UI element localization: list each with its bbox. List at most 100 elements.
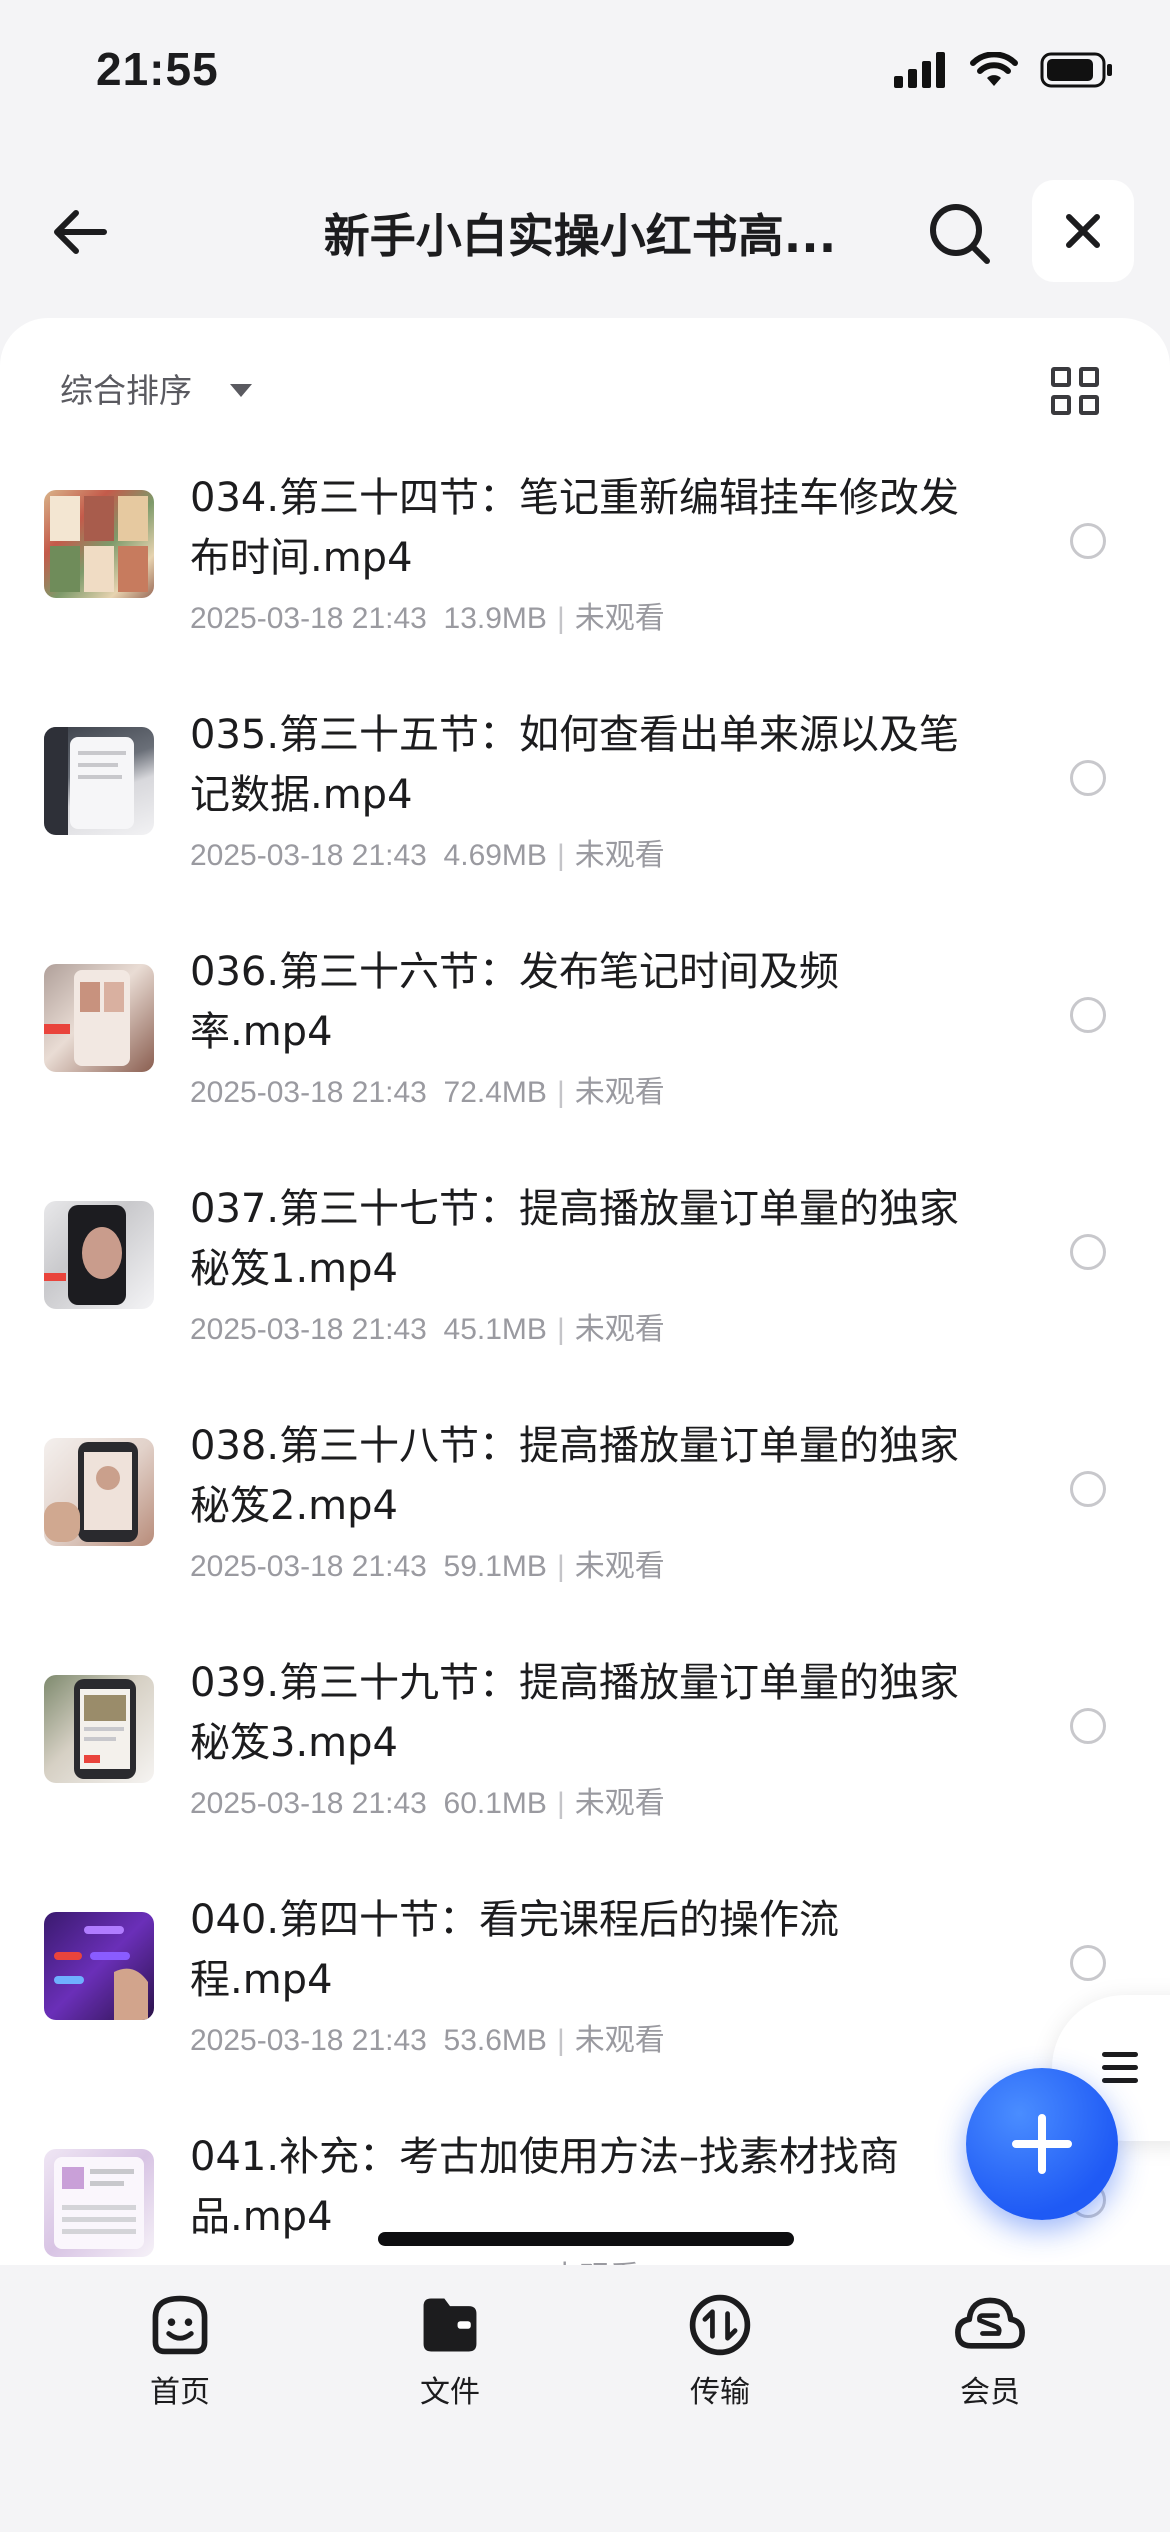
file-name: 040.第四十节：看完课程后的操作流程.mp4 (190, 1897, 840, 2003)
plus-icon (1012, 2114, 1072, 2174)
watch-status: 未观看 (574, 839, 665, 872)
select-radio[interactable] (1070, 997, 1106, 1033)
back-button[interactable] (40, 192, 120, 272)
grid-cell (1051, 395, 1071, 415)
file-name: 041.补充：考古加使用方法–找素材找商品.mp4 (190, 2134, 900, 2240)
file-meta: 2025-03-18 21:43 72.4MB | 未观看 (190, 1076, 665, 1109)
signal-icon (894, 52, 945, 88)
transfer-icon (689, 2294, 751, 2356)
video-thumbnail (44, 1201, 154, 1309)
file-size: 45.1MB (443, 1313, 547, 1346)
file-date: 2025-03-18 21:43 (190, 1787, 427, 1820)
tab-label: 会员 (960, 2375, 1020, 2410)
file-size: 72.4MB (443, 1076, 547, 1109)
wifi-icon (970, 52, 1018, 86)
grid-view-button[interactable] (1040, 356, 1110, 426)
file-meta: 2025-03-18 21:43 45.1MB | 未观看 (190, 1313, 665, 1346)
file-item[interactable]: 039.第三十九节：提高播放量订单量的独家秘笈3.mp4 2025-03-18 … (0, 1633, 1170, 1870)
video-thumbnail (44, 1912, 154, 2020)
video-thumbnail (44, 964, 154, 1072)
file-name: 034.第三十四节：笔记重新编辑挂车修改发布时间.mp4 (190, 475, 960, 581)
select-radio[interactable] (1070, 1708, 1106, 1744)
search-icon (930, 204, 990, 264)
file-item[interactable]: 040.第四十节：看完课程后的操作流程.mp4 2025-03-18 21:43… (0, 1870, 1170, 2107)
watch-status: 未观看 (574, 1313, 665, 1346)
tab-label: 传输 (690, 2375, 750, 2410)
tab-label: 首页 (150, 2375, 210, 2410)
file-item[interactable]: 037.第三十七节：提高播放量订单量的独家秘笈1.mp4 2025-03-18 … (0, 1159, 1170, 1396)
file-date: 2025-03-18 21:43 (190, 1550, 427, 1583)
file-meta: 2025-03-18 21:43 59.1MB | 未观看 (190, 1550, 665, 1583)
tab-transfer[interactable]: 传输 (630, 2291, 810, 2411)
select-radio[interactable] (1070, 1471, 1106, 1507)
tab-member[interactable]: 会员 (900, 2291, 1080, 2411)
video-thumbnail (44, 490, 154, 598)
cloud-member-icon (955, 2297, 1025, 2349)
file-item[interactable]: 035.第三十五节：如何查看出单来源以及笔记数据.mp4 2025-03-18 … (0, 685, 1170, 922)
file-name: 039.第三十九节：提高播放量订单量的独家秘笈3.mp4 (190, 1660, 960, 1766)
folder-icon (423, 2298, 477, 2352)
file-date: 2025-03-18 21:43 (190, 1076, 427, 1109)
page-title: 新手小白实操小红书高... (323, 209, 837, 263)
nav-bar: 新手小白实操小红书高... (0, 170, 1170, 290)
battery-icon (1040, 52, 1112, 88)
watch-status: 未观看 (574, 2024, 665, 2057)
watch-status: 未观看 (574, 602, 665, 635)
watch-status: 未观看 (574, 1550, 665, 1583)
close-icon (1066, 214, 1100, 248)
add-button[interactable] (966, 2068, 1118, 2220)
watch-status: 未观看 (574, 1787, 665, 1820)
file-size: 60.1MB (443, 1787, 547, 1820)
sort-row: 综合排序 (0, 356, 1170, 426)
file-item[interactable]: 038.第三十八节：提高播放量订单量的独家秘笈2.mp4 2025-03-18 … (0, 1396, 1170, 1633)
tab-files[interactable]: 文件 (360, 2291, 540, 2411)
tab-label: 文件 (420, 2375, 480, 2410)
home-indicator (378, 2232, 794, 2246)
file-date: 2025-03-18 21:43 (190, 2024, 427, 2057)
file-meta: 2025-03-18 21:43 4.69MB | 未观看 (190, 839, 665, 872)
video-thumbnail (44, 727, 154, 835)
status-time: 21:55 (96, 43, 219, 95)
file-list: 034.第三十四节：笔记重新编辑挂车修改发布时间.mp4 2025-03-18 … (0, 448, 1170, 2278)
file-size: 13.9MB (443, 602, 547, 635)
search-button[interactable] (918, 192, 1002, 276)
select-radio[interactable] (1070, 1945, 1106, 1981)
file-name: 036.第三十六节：发布笔记时间及频率.mp4 (190, 949, 840, 1055)
watch-status: 未观看 (574, 1076, 665, 1109)
grid-cell (1079, 395, 1099, 415)
file-item[interactable]: 034.第三十四节：笔记重新编辑挂车修改发布时间.mp4 2025-03-18 … (0, 448, 1170, 685)
file-name: 035.第三十五节：如何查看出单来源以及笔记数据.mp4 (190, 712, 960, 818)
status-bar: 21:55 (0, 0, 1170, 150)
select-radio[interactable] (1070, 1234, 1106, 1270)
close-button[interactable] (1032, 180, 1134, 282)
file-meta: 2025-03-18 21:43 13.9MB | 未观看 (190, 602, 665, 635)
file-name: 038.第三十八节：提高播放量订单量的独家秘笈2.mp4 (190, 1423, 960, 1529)
select-radio[interactable] (1070, 760, 1106, 796)
file-date: 2025-03-18 21:43 (190, 602, 427, 635)
status-icons (894, 52, 1114, 88)
file-sheet: 综合排序 034.第三十四节：笔记重新编辑挂车修改发布时间.mp4 2025-0… (0, 318, 1170, 2278)
file-size: 4.69MB (443, 839, 547, 872)
file-size: 53.6MB (443, 2024, 547, 2057)
file-meta: 2025-03-18 21:43 60.1MB | 未观看 (190, 1787, 665, 1820)
file-size: 59.1MB (443, 1550, 547, 1583)
grid-cell (1079, 367, 1099, 387)
video-thumbnail (44, 1675, 154, 1783)
sort-dropdown[interactable]: 综合排序 (60, 364, 192, 412)
video-thumbnail (44, 1438, 154, 1546)
file-item[interactable]: 036.第三十六节：发布笔记时间及频率.mp4 2025-03-18 21:43… (0, 922, 1170, 1159)
grid-cell (1051, 367, 1071, 387)
file-date: 2025-03-18 21:43 (190, 839, 427, 872)
video-thumbnail (44, 2149, 154, 2257)
tab-home[interactable]: 首页 (90, 2291, 270, 2411)
screen: 21:55 新手小白实操小红书高... 综合排序 034.第三十四节：笔记重新编… (0, 0, 1170, 2532)
file-meta: 2025-03-18 21:43 53.6MB | 未观看 (190, 2024, 665, 2057)
smiley-face-icon (152, 2295, 208, 2355)
tab-bar: 首页 文件 传输 会员 (0, 2265, 1170, 2532)
file-date: 2025-03-18 21:43 (190, 1313, 427, 1346)
select-radio[interactable] (1070, 523, 1106, 559)
caret-down-icon[interactable] (230, 384, 252, 397)
menu-lines-icon (1102, 2052, 1138, 2083)
arrow-left-icon (54, 210, 107, 254)
file-name: 037.第三十七节：提高播放量订单量的独家秘笈1.mp4 (190, 1186, 960, 1292)
